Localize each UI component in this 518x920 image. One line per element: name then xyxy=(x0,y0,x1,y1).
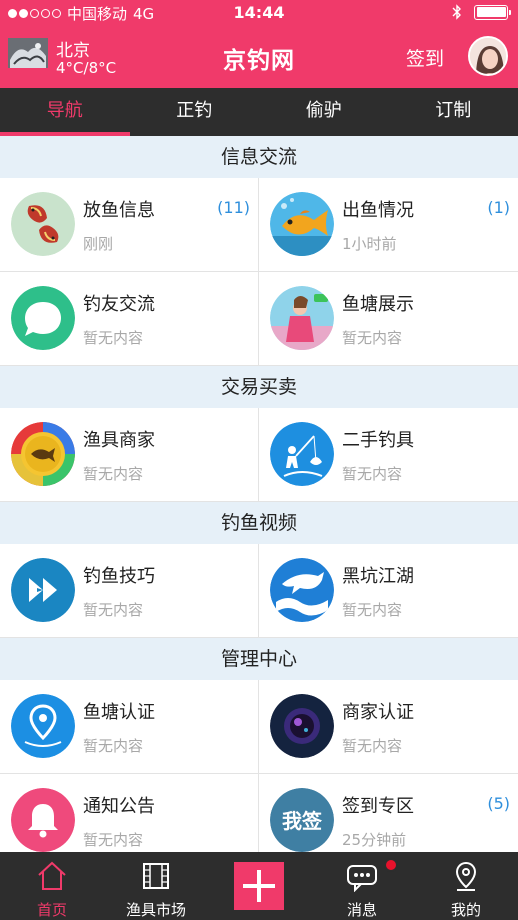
grid-item-blackpit-world[interactable]: 黑坑江湖 暂无内容 xyxy=(259,544,518,637)
nav-label: 渔具市场 xyxy=(125,901,186,919)
profile-pin-icon xyxy=(455,861,477,891)
tab-toulv[interactable]: 偷驴 xyxy=(259,88,389,136)
grid-item-status: 暂无内容 xyxy=(83,831,144,849)
grid-item-title: 钓鱼技巧 xyxy=(83,566,155,587)
grid-item-title: 钓友交流 xyxy=(83,294,155,315)
app-header: 北京 4°C/8°C 京钓网 签到 xyxy=(0,28,518,86)
grid-item-used-tackle[interactable]: 二手钓具 暂无内容 xyxy=(259,408,518,501)
grid-row: 鱼塘认证 暂无内容 商家认证 暂无内容 xyxy=(0,680,518,774)
play-icon xyxy=(11,558,75,622)
nav-tackle-market[interactable]: 渔具市场 xyxy=(104,852,208,920)
dolphin-icon xyxy=(270,558,334,622)
battery-icon xyxy=(474,4,511,20)
grid-item-status: 暂无内容 xyxy=(342,737,403,755)
chat-bubble-icon xyxy=(11,286,75,350)
grid-item-status: 暂无内容 xyxy=(342,465,403,483)
status-bar: 中国移动 4G 14:44 xyxy=(0,0,518,26)
goldfish-icon xyxy=(270,192,334,256)
film-icon xyxy=(143,863,169,889)
grid-item-count: (11) xyxy=(217,198,250,217)
grid-item-status: 暂无内容 xyxy=(83,465,144,483)
nav-label: 消息 xyxy=(346,901,377,919)
grid-item-status: 暂无内容 xyxy=(342,329,403,347)
signin-badge-icon: 我签 xyxy=(270,788,334,852)
grid-item-title: 商家认证 xyxy=(342,702,414,723)
message-icon xyxy=(347,865,377,892)
grid-item-angler-chat[interactable]: 钓友交流 暂无内容 xyxy=(0,272,259,365)
grid-item-title: 放鱼信息 xyxy=(83,200,155,221)
signin-badge-text: 我签 xyxy=(282,809,323,833)
grid-item-time: 1小时前 xyxy=(342,235,397,253)
grid-item-count: (1) xyxy=(487,198,510,217)
grid-item-time: 刚刚 xyxy=(83,235,114,253)
grid-item-title: 鱼塘认证 xyxy=(83,702,155,723)
top-bar: 中国移动 4G 14:44 北京 4°C/8°C 京钓网 签到 xyxy=(0,0,518,88)
lens-icon xyxy=(270,694,334,758)
bottom-nav: 首页 渔具市场 消息 我的 xyxy=(0,852,518,920)
grid-item-status: 暂无内容 xyxy=(83,737,144,755)
nav-label: 我的 xyxy=(450,901,481,919)
message-badge xyxy=(384,858,398,872)
grid-item-title: 二手钓具 xyxy=(342,430,414,451)
bluetooth-icon xyxy=(452,4,461,20)
grid-item-tackle-merchants[interactable]: 渔具商家 暂无内容 xyxy=(0,408,259,501)
fish-coin-icon xyxy=(11,422,75,486)
nav-profile[interactable]: 我的 xyxy=(414,852,518,920)
grid-row: 钓友交流 暂无内容 鱼塘展示 暂无内容 xyxy=(0,272,518,366)
clock: 14:44 xyxy=(233,3,285,22)
grid-item-fishing-tips[interactable]: 钓鱼技巧 暂无内容 xyxy=(0,544,259,637)
grid-item-title: 通知公告 xyxy=(83,796,155,817)
pond-photo-icon xyxy=(270,286,334,350)
home-icon xyxy=(38,861,66,890)
section-header-trade: 交易买卖 xyxy=(0,366,518,408)
avatar[interactable] xyxy=(468,36,508,76)
grid-item-pond-showcase[interactable]: 鱼塘展示 暂无内容 xyxy=(259,272,518,365)
section-header-admin: 管理中心 xyxy=(0,638,518,680)
grid-item-catch-status[interactable]: 出鱼情况 1小时前 (1) xyxy=(259,178,518,271)
tab-bar: 导航 正钓 偷驴 订制 xyxy=(0,88,518,136)
grid-row: 通知公告 暂无内容 我签 签到专区 25分钟前 (5) xyxy=(0,774,518,852)
grid-item-title: 鱼塘展示 xyxy=(342,294,414,315)
section-header-video: 钓鱼视频 xyxy=(0,502,518,544)
nav-messages[interactable]: 消息 xyxy=(310,852,414,920)
koi-fish-icon xyxy=(11,192,75,256)
grid-item-fish-release-info[interactable]: 放鱼信息 刚刚 (11) xyxy=(0,178,259,271)
signin-button[interactable]: 签到 xyxy=(406,44,444,71)
grid-item-title: 签到专区 xyxy=(342,796,414,817)
grid-item-status: 暂无内容 xyxy=(83,601,144,619)
grid-row: 渔具商家 暂无内容 二手钓具 暂无内容 xyxy=(0,408,518,502)
grid-item-title: 渔具商家 xyxy=(83,430,155,451)
grid-row: 钓鱼技巧 暂无内容 黑坑江湖 暂无内容 xyxy=(0,544,518,638)
nav-label: 首页 xyxy=(36,901,67,919)
grid-item-merchant-certification[interactable]: 商家认证 暂无内容 xyxy=(259,680,518,773)
grid-item-time: 25分钟前 xyxy=(342,831,407,849)
nav-home[interactable]: 首页 xyxy=(0,852,104,920)
grid-item-status: 暂无内容 xyxy=(83,329,144,347)
grid-item-title: 黑坑江湖 xyxy=(342,566,414,587)
grid-item-status: 暂无内容 xyxy=(342,601,403,619)
tab-custom[interactable]: 订制 xyxy=(389,88,518,136)
bell-icon xyxy=(11,788,75,852)
grid-item-announcements[interactable]: 通知公告 暂无内容 xyxy=(0,774,259,852)
publish-button[interactable] xyxy=(234,862,284,910)
grid-item-title: 出鱼情况 xyxy=(342,200,414,221)
main-content: 信息交流 放鱼信息 刚刚 (11) 出鱼情况 1小时前 (1) 钓友交流 暂无内… xyxy=(0,136,518,852)
grid-item-pond-certification[interactable]: 鱼塘认证 暂无内容 xyxy=(0,680,259,773)
tab-navigation[interactable]: 导航 xyxy=(0,88,130,136)
grid-item-signin-zone[interactable]: 我签 签到专区 25分钟前 (5) xyxy=(259,774,518,852)
section-header-info: 信息交流 xyxy=(0,136,518,178)
tab-zhengdiao[interactable]: 正钓 xyxy=(130,88,260,136)
grid-row: 放鱼信息 刚刚 (11) 出鱼情况 1小时前 (1) xyxy=(0,178,518,272)
angler-icon xyxy=(270,422,334,486)
grid-item-count: (5) xyxy=(487,794,510,813)
location-pin-icon xyxy=(11,694,75,758)
